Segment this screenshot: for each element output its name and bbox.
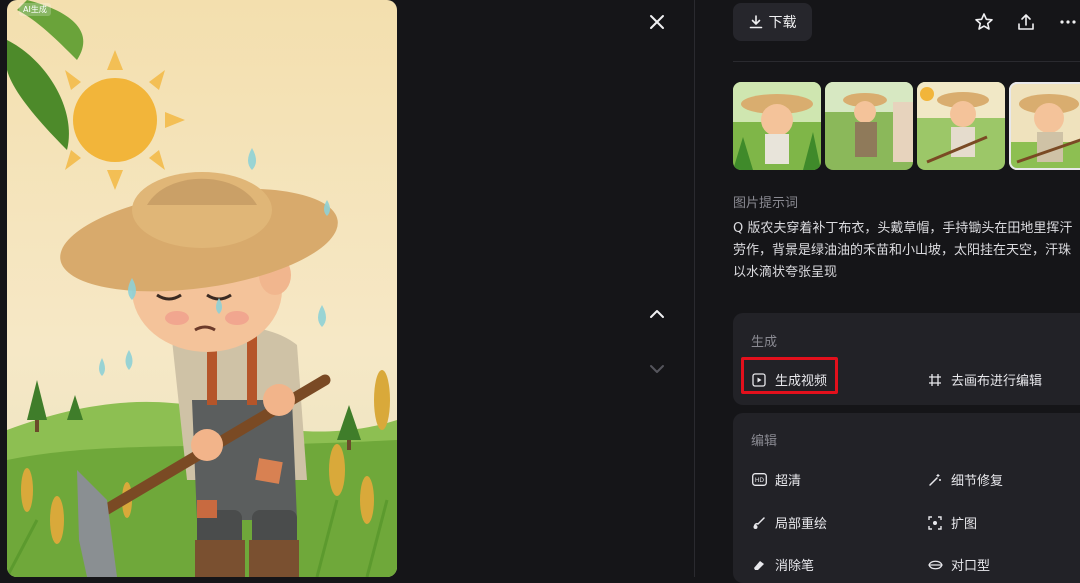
thumbnail-2[interactable] [825,82,913,170]
share-icon [1018,14,1034,30]
generate-section-title: 生成 [751,335,778,350]
upscale-button[interactable]: HD 超清 [751,470,801,489]
hd-icon: HD [751,473,767,486]
download-icon [749,15,762,29]
expand-icon [928,515,942,530]
previous-image-button[interactable] [646,303,668,325]
play-video-icon [752,372,766,387]
thumbnail-image [1009,82,1080,170]
expand-label: 扩图 [951,517,978,532]
close-button[interactable] [646,11,668,33]
brush-icon [753,516,765,529]
canvas-edit-button[interactable]: 去画布进行编辑 [927,370,1042,389]
star-icon [975,13,993,30]
thumbnail-4[interactable] [1009,82,1080,170]
canvas-edit-icon [929,373,941,386]
share-button[interactable] [1016,12,1036,32]
thumbnail-image [733,82,821,170]
inpaint-label: 局部重绘 [775,517,828,532]
prompt-text: Q 版农夫穿着补丁布衣，头戴草帽，手持锄头在田地里挥汗 劳作，背景是绿油油的禾苗… [733,221,1073,280]
generate-video-button[interactable]: 生成视频 [751,370,827,389]
generate-section: 生成 生成视频 去画布进行编辑 [733,313,1080,405]
canvas-edit-label: 去画布进行编辑 [951,374,1043,389]
close-icon [650,15,664,29]
generate-video-label: 生成视频 [775,374,828,389]
thumbnail-image [825,82,913,170]
svg-text:HD: HD [754,477,764,484]
eraser-label: 消除笔 [775,559,815,574]
panel-divider [694,0,695,577]
thumbnail-1[interactable] [733,82,821,170]
next-image-button[interactable] [646,358,668,380]
more-icon [1060,20,1076,24]
thumbnail-image [917,82,1005,170]
ai-generated-badge: AI生成 [19,3,51,16]
chevron-down-icon [650,365,664,373]
generated-image[interactable]: AI生成 [7,0,397,577]
thumbnail-3[interactable] [917,82,1005,170]
more-button[interactable] [1058,12,1078,32]
lips-icon [927,560,943,569]
lip-sync-button[interactable]: 对口型 [927,555,990,574]
edit-section-title: 编辑 [751,434,778,449]
download-label: 下载 [768,15,797,31]
edit-section: 编辑 HD 超清 细节修复 局部重绘 扩图 消除笔 对口型 [733,413,1080,583]
upscale-label: 超清 [775,474,802,489]
lip-sync-label: 对口型 [951,559,991,574]
inpaint-button[interactable]: 局部重绘 [751,513,827,532]
expand-button[interactable]: 扩图 [927,513,977,532]
detail-repair-label: 细节修复 [951,474,1004,489]
farmer-illustration [7,0,397,577]
toolbar-divider [733,61,1080,62]
detail-repair-button[interactable]: 细节修复 [927,470,1003,489]
download-button[interactable]: 下载 [733,3,812,41]
chevron-up-icon [650,310,664,318]
magic-wand-icon [929,473,941,486]
favorite-button[interactable] [974,12,994,32]
eraser-icon [754,560,764,570]
eraser-button[interactable]: 消除笔 [751,555,814,574]
prompt-label: 图片提示词 [733,196,799,211]
